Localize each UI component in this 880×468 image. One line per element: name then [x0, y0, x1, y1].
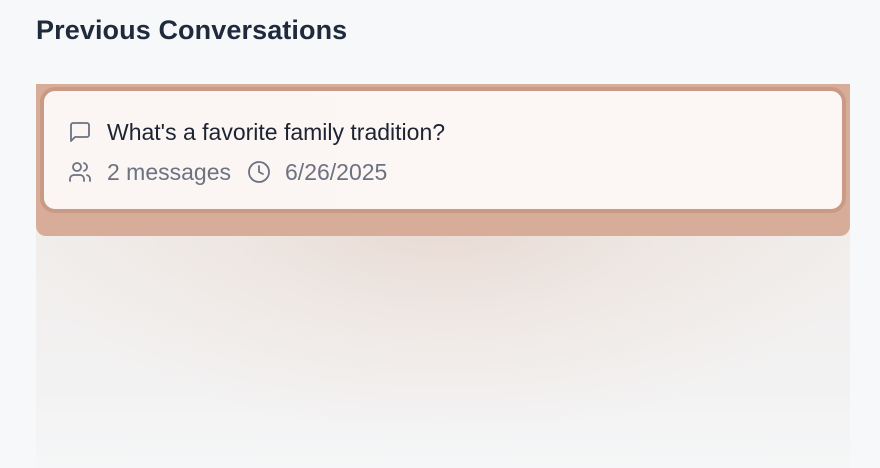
selection-glow [36, 204, 850, 424]
message-square-icon [68, 120, 92, 144]
section-title: Previous Conversations [36, 15, 348, 45]
conversation-meta: 2 messages 6/26/2025 [68, 159, 387, 185]
message-count: 2 messages [107, 159, 232, 185]
conversation-date: 6/26/2025 [285, 159, 388, 185]
clock-icon [247, 160, 271, 184]
users-icon [68, 160, 92, 184]
conversation-list: What's a favorite family tradition? 2 me… [36, 84, 850, 468]
conversation-title-row: What's a favorite family tradition? [68, 119, 445, 145]
conversation-title: What's a favorite family tradition? [107, 119, 446, 145]
conversation-card[interactable]: What's a favorite family tradition? 2 me… [40, 87, 846, 213]
